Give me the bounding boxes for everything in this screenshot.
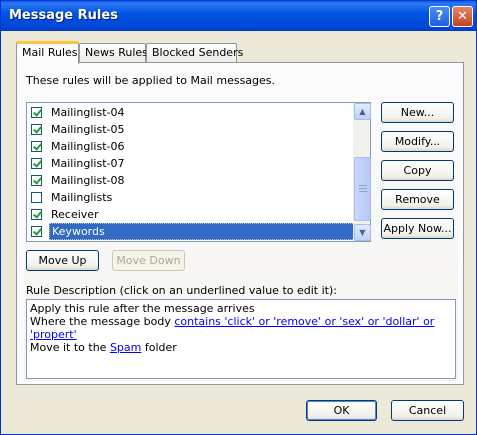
rule-checkbox[interactable] xyxy=(31,124,42,135)
apply-now-button[interactable]: Apply Now... xyxy=(381,218,454,239)
rules-list[interactable]: Mailinglist-04 Mailinglist-05 Mailinglis… xyxy=(26,102,371,242)
rule-checkbox[interactable] xyxy=(31,107,42,118)
rule-description-box: Apply this rule after the message arrive… xyxy=(26,299,456,379)
rule-checkbox[interactable] xyxy=(31,158,42,169)
new-rule-button[interactable]: New... xyxy=(381,102,454,123)
list-item[interactable]: Mailinglist-05 xyxy=(31,121,355,138)
tab-mail-rules[interactable]: Mail Rules xyxy=(16,41,79,64)
scrollbar-thumb[interactable] xyxy=(354,157,371,221)
rule-label: Mailinglist-07 xyxy=(51,157,125,170)
rule-checkbox[interactable] xyxy=(31,226,42,237)
description-text: folder xyxy=(141,341,177,354)
window-title: Message Rules xyxy=(9,8,118,23)
scroll-up-icon[interactable]: ▲ xyxy=(354,103,371,120)
grip-line xyxy=(359,188,367,189)
rule-label: Mailinglists xyxy=(51,191,113,204)
tab-blocked-senders[interactable]: Blocked Senders xyxy=(146,43,243,62)
intro-text: These rules will be applied to Mail mess… xyxy=(26,74,276,87)
close-button[interactable]: ✕ xyxy=(452,6,473,27)
scroll-down-icon[interactable]: ▼ xyxy=(354,224,371,241)
move-up-button[interactable]: Move Up xyxy=(26,250,99,271)
message-rules-dialog: Message Rules ? ✕ Mail Rules News Rules … xyxy=(0,0,477,435)
rule-checkbox[interactable] xyxy=(31,175,42,186)
modify-rule-button[interactable]: Modify... xyxy=(381,131,454,152)
ok-button[interactable]: OK xyxy=(306,400,377,421)
folder-link[interactable]: Spam xyxy=(110,341,141,354)
rule-checkbox[interactable] xyxy=(31,192,42,203)
list-item[interactable]: Receiver xyxy=(31,206,355,223)
rule-label: Mailinglist-04 xyxy=(51,106,125,119)
help-button[interactable]: ? xyxy=(429,6,450,27)
rule-label: Mailinglist-06 xyxy=(51,140,125,153)
remove-rule-button[interactable]: Remove xyxy=(381,189,454,210)
rule-description-label: Rule Description (click on an underlined… xyxy=(26,284,337,297)
copy-rule-button[interactable]: Copy xyxy=(381,160,454,181)
grip-line xyxy=(359,185,367,186)
list-item[interactable]: Mailinglist-08 xyxy=(31,172,355,189)
title-bar: Message Rules ? ✕ xyxy=(1,1,476,31)
list-item[interactable]: Mailinglists xyxy=(31,189,355,206)
panel-body: These rules will be applied to Mail mess… xyxy=(24,68,458,381)
rule-label: Mailinglist-08 xyxy=(51,174,125,187)
description-text: Where the message body xyxy=(30,315,175,328)
list-item[interactable]: Mailinglist-07 xyxy=(31,155,355,172)
rule-checkbox[interactable] xyxy=(31,209,42,220)
tab-panel: These rules will be applied to Mail mess… xyxy=(16,62,464,385)
rule-label: Keywords xyxy=(49,223,355,240)
description-line-1: Apply this rule after the message arrive… xyxy=(30,302,255,315)
list-item[interactable]: Mailinglist-04 xyxy=(31,104,355,121)
description-line-3: Move it to the Spam folder xyxy=(30,341,452,354)
move-down-button[interactable]: Move Down xyxy=(112,250,185,271)
list-item-selected[interactable]: Keywords xyxy=(31,223,355,240)
rule-label: Mailinglist-05 xyxy=(51,123,125,136)
tab-news-rules[interactable]: News Rules xyxy=(79,43,148,62)
rule-label: Receiver xyxy=(51,208,99,221)
description-line-2: Where the message body contains 'click' … xyxy=(30,315,452,341)
grip-line xyxy=(359,191,367,192)
vertical-scrollbar[interactable]: ▲ ▼ xyxy=(353,103,371,241)
list-item[interactable]: Mailinglist-06 xyxy=(31,138,355,155)
rule-checkbox[interactable] xyxy=(31,141,42,152)
cancel-button[interactable]: Cancel xyxy=(391,400,464,421)
description-text: Move it to the xyxy=(30,341,110,354)
